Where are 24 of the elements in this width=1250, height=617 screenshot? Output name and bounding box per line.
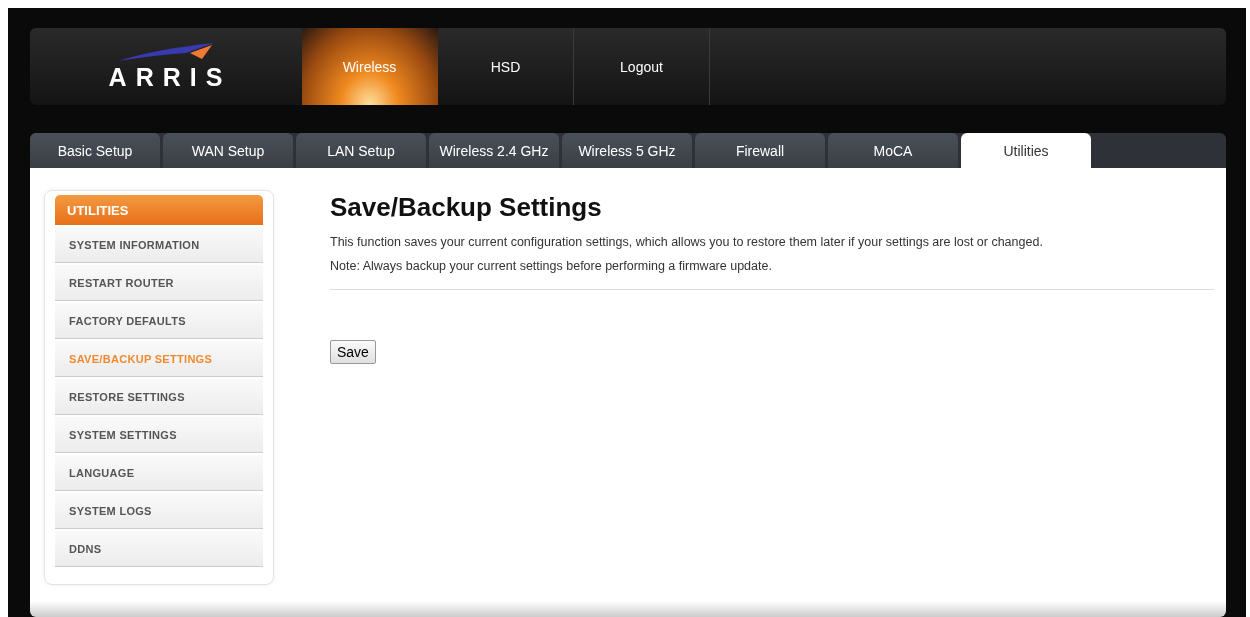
- tab[interactable]: Utilities: [961, 133, 1091, 168]
- sidebar-item[interactable]: SYSTEM INFORMATION: [55, 227, 263, 263]
- note-text: Note: Always backup your current settings before performing a firmware update.: [330, 259, 773, 273]
- sidebar-item[interactable]: SYSTEM SETTINGS: [55, 417, 263, 453]
- sidebar-item[interactable]: FACTORY DEFAULTS: [55, 303, 263, 339]
- tab[interactable]: WAN Setup: [163, 133, 293, 168]
- description-text: This function saves your current configuration settings, which allows you to restore them later if your settings are lost or changed.: [330, 235, 1044, 249]
- sidebar-item[interactable]: SYSTEM LOGS: [55, 493, 263, 529]
- tab[interactable]: Wireless 5 GHz: [562, 133, 692, 168]
- nav-tab[interactable]: Logout: [574, 28, 710, 105]
- sidebar-item[interactable]: DDNS: [55, 531, 263, 567]
- tab[interactable]: Basic Setup: [30, 133, 160, 168]
- save-button[interactable]: Save: [330, 340, 376, 364]
- tab[interactable]: Firewall: [695, 133, 825, 168]
- nav-tab[interactable]: HSD: [438, 28, 574, 105]
- page-title: Save/Backup Settings: [330, 192, 603, 223]
- sidebar-title: UTILITIES: [55, 195, 263, 225]
- sidebar-item[interactable]: RESTART ROUTER: [55, 265, 263, 301]
- sidebar-item[interactable]: LANGUAGE: [55, 455, 263, 491]
- tab[interactable]: Wireless 2.4 GHz: [429, 133, 559, 168]
- tab[interactable]: MoCA: [828, 133, 958, 168]
- logo: ARRIS: [108, 63, 232, 92]
- tab[interactable]: LAN Setup: [296, 133, 426, 168]
- sidebar-item[interactable]: RESTORE SETTINGS: [55, 379, 263, 415]
